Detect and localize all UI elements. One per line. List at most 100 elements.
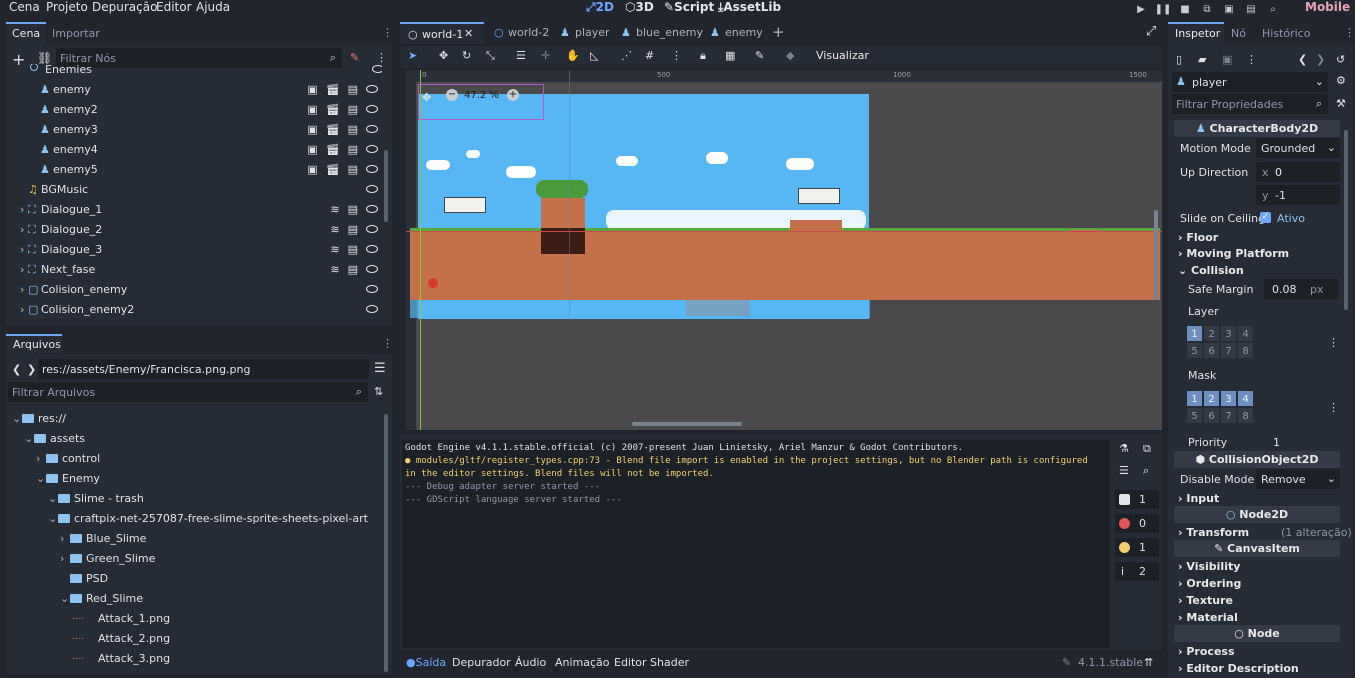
tab-historico[interactable]: Histórico	[1262, 27, 1310, 40]
up-direction-y[interactable]: y -1	[1256, 185, 1340, 205]
folder-item[interactable]: › control	[36, 449, 380, 469]
snap-options-icon[interactable]: ⋮	[671, 49, 682, 62]
expand-arrow-icon[interactable]: ⌄	[48, 492, 57, 505]
tree-row[interactable]: › ⛶ Dialogue_1 ≋ ▤	[12, 200, 382, 220]
tree-row[interactable]: ♟ enemy ▣ 🎬︎ ▤	[12, 80, 382, 100]
tab-importar[interactable]: Importar	[52, 27, 100, 40]
scene-tab-blue-enemy[interactable]: blue_enemy	[636, 26, 703, 39]
category-ordering[interactable]: › Ordering	[1178, 577, 1241, 590]
menu-projeto[interactable]: Projeto	[46, 0, 88, 14]
menu-ajuda[interactable]: Ajuda	[196, 0, 230, 14]
node-selector[interactable]: ♟ player ⌄	[1172, 72, 1328, 92]
folder-item[interactable]: ⌄ craftpix-net-257087-free-slime-sprite-s…	[48, 509, 380, 529]
file-item[interactable]: .... Attack_1.png	[72, 609, 380, 629]
copy-icon[interactable]: ⧉	[1143, 442, 1151, 456]
bottom-tab-editor-shader[interactable]: Editor Shader	[614, 656, 689, 669]
scene-icon[interactable]: 🎬︎	[326, 123, 340, 136]
script-icon[interactable]: ▤	[348, 83, 358, 96]
up-direction-x[interactable]: x0	[1256, 162, 1340, 182]
visibility-icon[interactable]	[366, 263, 378, 276]
category-visibility[interactable]: › Visibility	[1178, 560, 1240, 573]
layer-bit[interactable]: 7	[1220, 342, 1237, 359]
history-icon[interactable]: ↺	[1336, 53, 1345, 66]
workspace-assetlib-button[interactable]: ⤓AssetLib	[718, 0, 781, 15]
expand-panel-icon[interactable]: ⇈	[1144, 656, 1153, 669]
tree-row[interactable]: ♫ BGMusic	[12, 180, 382, 200]
tree-row[interactable]: ♟ enemy4 ▣ 🎬︎ ▤	[12, 140, 382, 160]
scene-icon[interactable]: 🎬︎	[326, 103, 340, 116]
script-icon[interactable]: ▤	[348, 163, 358, 176]
category-input[interactable]: › Input	[1178, 492, 1219, 505]
visibility-icon[interactable]	[366, 243, 378, 256]
visibility-icon[interactable]	[366, 183, 378, 196]
collapse-icon[interactable]: ☰	[1119, 464, 1129, 477]
filter-properties-input[interactable]: Filtrar Propriedades ⌕	[1172, 94, 1328, 114]
category-editor-description[interactable]: › Editor Description	[1178, 662, 1299, 675]
history-forward-icon[interactable]: ❯	[1316, 53, 1325, 66]
movie-icon[interactable]: ⌕	[1266, 2, 1280, 16]
expand-arrow-icon[interactable]: ›	[36, 452, 40, 465]
play-custom-icon[interactable]: ▤	[1244, 2, 1258, 16]
canvas-viewport[interactable]: 0 500 1000 1500 ✥ − 47.2 % +	[406, 70, 1162, 430]
layer-bit[interactable]: 4	[1237, 390, 1254, 407]
more-icon[interactable]: ⋮	[1246, 53, 1257, 66]
v-scrollbar[interactable]	[1154, 210, 1158, 300]
distraction-free-icon[interactable]: ⤢	[1146, 24, 1156, 39]
category-floor[interactable]: › Floor	[1178, 231, 1218, 244]
layer-bit[interactable]: 1	[1186, 390, 1203, 407]
category-material[interactable]: › Material	[1178, 611, 1238, 624]
zoom-in-icon[interactable]: +	[507, 89, 519, 101]
scene-tab-enemy[interactable]: enemy	[725, 26, 763, 39]
script-icon[interactable]: ▤	[348, 223, 358, 236]
visibility-icon[interactable]	[366, 203, 378, 216]
rotate-tool-icon[interactable]: ↻	[462, 49, 471, 62]
layer-bit[interactable]: 6	[1203, 407, 1220, 424]
dock-menu-icon[interactable]: ⋮	[382, 337, 393, 350]
layer-bit[interactable]: 3	[1220, 325, 1237, 342]
expand-arrow-icon[interactable]: ›	[20, 263, 24, 276]
remote-icon[interactable]: ⧉	[1200, 2, 1214, 16]
tree-row[interactable]: › ⛶ Dialogue_3 ≋ ▤	[12, 240, 382, 260]
disable-mode-select[interactable]: Remove ⌄	[1256, 469, 1340, 489]
signal-icon[interactable]: ≋	[330, 243, 339, 256]
dock-menu-icon[interactable]: ⋮	[1344, 26, 1355, 39]
expand-arrow-icon[interactable]: ›	[20, 283, 24, 296]
scene-icon[interactable]: 🎬︎	[326, 163, 340, 176]
folder-item[interactable]: › Blue_Slime	[60, 529, 380, 549]
back-icon[interactable]: ❮	[12, 363, 21, 376]
grid-snap-icon[interactable]: #	[645, 49, 654, 62]
script-icon[interactable]: ▤	[348, 143, 358, 156]
tab-no[interactable]: Nó	[1231, 27, 1246, 40]
priority-input[interactable]: 1	[1273, 436, 1280, 449]
select-tool-icon[interactable]: ➤	[408, 49, 417, 62]
expand-arrow-icon[interactable]: ⌄	[24, 432, 33, 445]
expand-arrow-icon[interactable]: ⌄	[12, 412, 21, 425]
zoom-reset-icon[interactable]: ✥	[422, 91, 431, 104]
visibility-icon[interactable]	[366, 223, 378, 236]
filter-messages-button[interactable]: 1	[1115, 490, 1159, 509]
view-menu[interactable]: Visualizar	[816, 49, 869, 62]
close-icon[interactable]: ✕	[464, 27, 473, 40]
category-texture[interactable]: › Texture	[1178, 594, 1233, 607]
file-item[interactable]: .... Attack_2.png	[72, 629, 380, 649]
new-resource-icon[interactable]: ▯	[1176, 53, 1182, 66]
signal-icon[interactable]: ≋	[330, 203, 339, 216]
folder-item[interactable]: ⌄ Slime - trash	[48, 489, 380, 509]
pivot-icon[interactable]: ✛	[541, 49, 550, 62]
expand-arrow-icon[interactable]: ›	[20, 303, 24, 316]
category-transform[interactable]: › Transform	[1178, 526, 1249, 539]
layer-bit[interactable]: 7	[1220, 407, 1237, 424]
visibility-icon[interactable]	[366, 103, 378, 116]
h-scrollbar[interactable]	[632, 422, 742, 426]
scale-tool-icon[interactable]: ⤡	[486, 49, 495, 63]
layer-bit[interactable]: 6	[1203, 342, 1220, 359]
dock-menu-icon[interactable]: ⋮	[382, 26, 393, 39]
group-icon[interactable]: ▣	[307, 143, 317, 156]
motion-mode-select[interactable]: Grounded ⌄	[1256, 138, 1340, 158]
mask-menu-icon[interactable]: ⋮	[1328, 401, 1339, 414]
folder-item[interactable]: PSD	[60, 569, 380, 589]
group-icon[interactable]: ▣	[307, 123, 317, 136]
layer-bit[interactable]: 1	[1186, 325, 1203, 342]
layer-bit[interactable]: 2	[1203, 325, 1220, 342]
filter-warnings-button[interactable]: 1	[1115, 538, 1159, 557]
